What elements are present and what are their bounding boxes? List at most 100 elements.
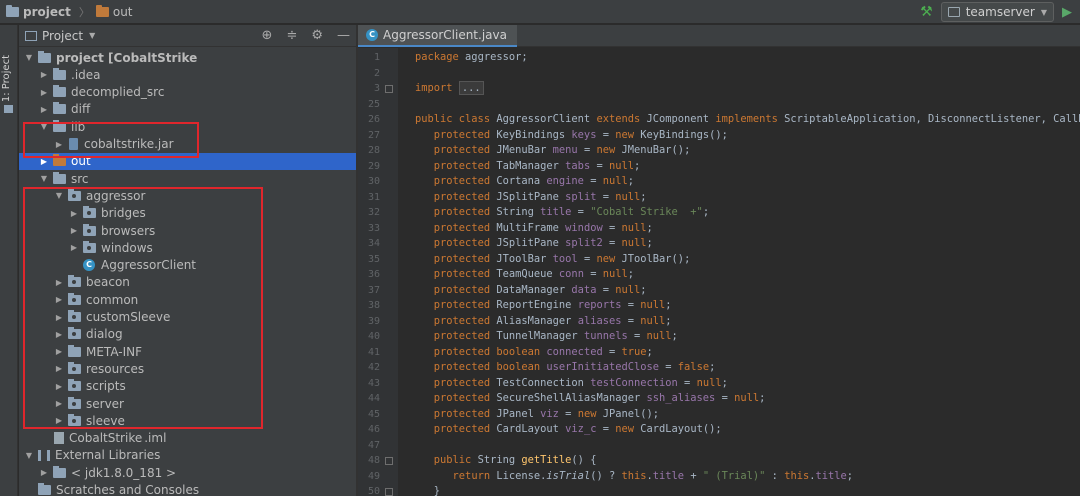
code-line: protected CardLayout viz_c = new CardLay… [433, 423, 722, 435]
tree-item[interactable]: ▶ cobaltstrike.jar [19, 136, 356, 153]
package-icon [83, 223, 96, 236]
tool-window-strip: 1: Project [0, 25, 18, 496]
chevron-down-icon[interactable]: ▼ [89, 31, 95, 40]
collapse-all-icon[interactable]: ≑ [286, 28, 297, 43]
editor-tab-aggressorclient[interactable]: C AggressorClient.java [358, 25, 517, 47]
tree-item-label: src [71, 171, 89, 186]
excluded-folder-icon [53, 154, 66, 167]
tree-item[interactable]: ▶ decomplied_src [19, 84, 356, 101]
run-play-icon[interactable]: ▶ [1062, 5, 1072, 20]
tree-item[interactable]: ▼ aggressor [19, 187, 356, 204]
tree-item[interactable]: ▶ resources [19, 360, 356, 377]
package-icon [68, 396, 81, 409]
project-view-select[interactable]: Project [42, 29, 83, 43]
tree-item[interactable]: ▶ windows [19, 239, 356, 256]
collapsed-arrow-icon[interactable]: ▶ [53, 399, 65, 408]
tree-item-label: < jdk1.8.0_181 > [71, 465, 177, 480]
package-icon [68, 361, 81, 374]
line-number: 28 [367, 145, 380, 156]
breadcrumb: project 〉 out [0, 4, 133, 20]
collapsed-arrow-icon[interactable]: ▶ [53, 330, 65, 339]
fold-marker-icon[interactable] [385, 488, 393, 496]
code-line: protected JSplitPane split = null; [433, 190, 647, 203]
collapsed-arrow-icon[interactable]: ▶ [68, 243, 80, 252]
project-tool-button[interactable]: 1: Project [1, 55, 17, 102]
expanded-arrow-icon[interactable]: ▼ [38, 174, 50, 183]
tree-item[interactable]: CobaltStrike .iml [19, 430, 356, 447]
tree-item-label: browsers [101, 223, 156, 238]
tree-item[interactable]: ▶ sleeve [19, 412, 356, 429]
fold-marker-icon[interactable] [385, 457, 393, 465]
code-line: protected boolean userInitiatedClose = f… [433, 361, 716, 373]
run-config-label: teamserver [965, 5, 1035, 19]
hide-panel-icon[interactable]: — [337, 28, 350, 43]
build-hammer-icon[interactable]: ⚒ [920, 4, 933, 20]
project-panel: Project ▼ ⊕ ≑ ⚙ — ▼ project [CobaltStrike… [19, 25, 356, 496]
code-line: protected DataManager data = null; [433, 283, 647, 296]
collapsed-arrow-icon[interactable]: ▶ [53, 382, 65, 391]
run-configuration-select[interactable]: teamserver ▼ [940, 2, 1054, 22]
collapsed-arrow-icon[interactable]: ▶ [38, 468, 50, 477]
collapsed-arrow-icon[interactable]: ▶ [68, 209, 80, 218]
tree-item[interactable]: ▶ common [19, 291, 356, 308]
breadcrumb-out[interactable]: out [113, 5, 133, 19]
collapsed-arrow-icon[interactable]: ▶ [38, 88, 50, 97]
collapsed-arrow-icon[interactable]: ▶ [68, 226, 80, 235]
breadcrumb-separator: 〉 [78, 5, 90, 19]
collapsed-arrow-icon[interactable]: ▶ [53, 278, 65, 287]
expanded-arrow-icon[interactable]: ▼ [23, 451, 35, 460]
tree-item[interactable]: ▼ External Libraries [19, 447, 356, 464]
collapsed-arrow-icon[interactable]: ▶ [53, 313, 65, 322]
tree-item[interactable]: ▶ out [19, 152, 356, 170]
code-line: protected JToolBar tool = new JToolBar()… [433, 252, 691, 265]
line-number: 33 [367, 222, 380, 234]
tree-item[interactable]: ▶ beacon [19, 274, 356, 291]
tree-item[interactable]: ▼ lib [19, 118, 356, 135]
line-number: 27 [367, 129, 380, 141]
tree-item[interactable]: ▼ project [CobaltStrike [19, 49, 356, 66]
structure-icon[interactable] [4, 105, 13, 113]
tree-item[interactable]: ▶ scripts [19, 378, 356, 395]
code-line: protected JSplitPane split2 = null; [433, 237, 653, 249]
tree-item[interactable]: ▶ bridges [19, 205, 356, 222]
tree-item-label: aggressor [86, 188, 146, 203]
tree-item-label: bridges [101, 206, 146, 221]
panel-header-actions: ⊕ ≑ ⚙ — [262, 28, 350, 43]
tree-item[interactable]: C AggressorClient [19, 257, 356, 274]
tree-item[interactable]: ▶ customSleeve [19, 309, 356, 326]
tree-item[interactable]: ▼ src [19, 170, 356, 187]
tree-item[interactable]: ▶ server [19, 395, 356, 412]
locate-icon[interactable]: ⊕ [262, 28, 273, 43]
tree-item-label: server [86, 396, 124, 411]
line-number: 25 [367, 98, 380, 110]
tree-item[interactable]: ▶ META-INF [19, 343, 356, 360]
expanded-arrow-icon[interactable]: ▼ [23, 53, 35, 62]
line-number: 26 [367, 114, 380, 125]
code-editor: C AggressorClient.java 1 2 3 25 26 27 28 29 30 31… [358, 25, 1080, 496]
collapsed-arrow-icon[interactable]: ▶ [38, 157, 50, 166]
line-number: 42 [367, 362, 380, 373]
tree-item-label: out [71, 154, 91, 169]
tree-item[interactable]: Scratches and Consoles [19, 482, 356, 496]
code-line: protected AliasManager aliases = null; [433, 314, 672, 327]
collapsed-arrow-icon[interactable]: ▶ [53, 295, 65, 304]
tree-item[interactable]: ▶ browsers [19, 222, 356, 239]
tree-item[interactable]: ▶ diff [19, 101, 356, 118]
fold-marker-icon[interactable] [385, 85, 393, 93]
breadcrumb-project[interactable]: project [23, 5, 71, 19]
collapsed-arrow-icon[interactable]: ▶ [53, 364, 65, 373]
collapsed-arrow-icon[interactable]: ▶ [53, 140, 65, 149]
gear-icon[interactable]: ⚙ [311, 28, 323, 43]
expanded-arrow-icon[interactable]: ▼ [53, 191, 65, 200]
collapsed-arrow-icon[interactable]: ▶ [53, 347, 65, 356]
collapsed-arrow-icon[interactable]: ▶ [53, 416, 65, 425]
out-folder-icon [95, 4, 109, 17]
tree-item[interactable]: ▶ dialog [19, 326, 356, 343]
tree-item[interactable]: ▶ .idea [19, 66, 356, 83]
expanded-arrow-icon[interactable]: ▼ [38, 122, 50, 131]
code-line: protected boolean connected = true; [433, 345, 653, 358]
java-class-icon: C [83, 259, 95, 272]
collapsed-arrow-icon[interactable]: ▶ [38, 70, 50, 79]
collapsed-arrow-icon[interactable]: ▶ [38, 105, 50, 114]
tree-item[interactable]: ▶ < jdk1.8.0_181 > [19, 464, 356, 481]
